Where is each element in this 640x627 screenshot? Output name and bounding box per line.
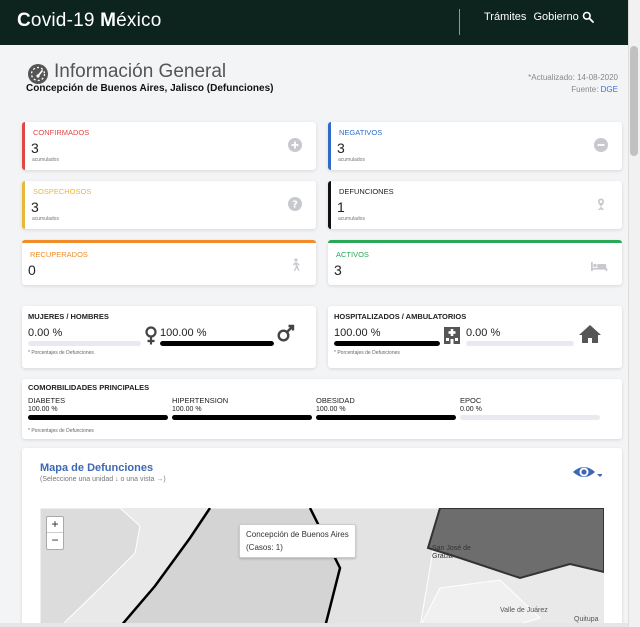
map-label-san-jose: San José de Gracia — [432, 545, 471, 560]
men-bar — [160, 341, 274, 346]
minus-circle-icon — [594, 138, 608, 152]
bottom-divider — [0, 623, 628, 627]
tooltip-place: Concepción de Buenos Aires — [246, 530, 349, 539]
activos-label: ACTIVOS — [336, 250, 369, 259]
mars-icon — [277, 324, 295, 342]
recuperados-label: RECUPERADOS — [30, 250, 88, 259]
svg-text:?: ? — [292, 200, 298, 211]
women-bar — [28, 341, 141, 346]
comorbidity-epoc: EPOC 0.00 % — [460, 396, 600, 420]
hospital-icon — [444, 327, 460, 344]
men-percent: 100.00 % — [160, 327, 207, 339]
nav-links: Trámites Gobierno — [484, 11, 583, 23]
walking-icon — [292, 258, 301, 271]
comorbidity-bar — [28, 415, 168, 420]
card-negativos: NEGATIVOS 3 acumulados — [328, 122, 622, 170]
zoom-in-button[interactable]: + — [47, 517, 63, 533]
map-tooltip: Concepción de Buenos Aires (Casos: 1) — [239, 524, 356, 558]
map-label-valle-de-juarez: Valle de Juárez — [500, 607, 548, 614]
hospital-label: HOSPITALIZADOS / AMBULATORIOS — [334, 312, 467, 321]
location-subtitle: Concepción de Buenos Aires, Jalisco (Def… — [26, 83, 274, 94]
brand-logo[interactable]: Covid-19 México — [17, 10, 162, 32]
eye-icon[interactable] — [572, 462, 602, 484]
card-hospital: HOSPITALIZADOS / AMBULATORIOS 100.00 % 0… — [328, 306, 622, 368]
nav-link-tramites[interactable]: Trámites — [484, 11, 526, 23]
home-icon — [579, 325, 601, 343]
comorbidity-obesidad: OBESIDAD 100.00 % — [316, 396, 456, 420]
comorbidity-hipertension: HIPERTENSION 100.00 % — [172, 396, 312, 420]
hospitalized-bar — [334, 341, 440, 346]
comorbidities-label: COMORBILIDADES PRINCIPALES — [28, 383, 150, 392]
gender-note: * Porcentajes de Defunciones — [28, 350, 94, 356]
venus-icon — [145, 326, 157, 345]
defunciones-label: DEFUNCIONES — [339, 187, 394, 196]
women-percent: 0.00 % — [28, 327, 63, 339]
bed-icon — [591, 262, 608, 271]
zoom-out-button[interactable]: − — [47, 533, 63, 549]
comorbidity-name: DIABETES — [28, 396, 66, 405]
navbar-divider — [459, 9, 460, 35]
update-info: *Actualizado: 14-08-2020 Fuente: DGE — [528, 72, 618, 96]
defunciones-value: 1 — [337, 199, 345, 215]
confirmados-sub: acumulados — [32, 157, 59, 163]
tachometer-icon — [28, 64, 48, 84]
negativos-label: NEGATIVOS — [339, 128, 383, 137]
source-label: Fuente: — [571, 85, 601, 94]
plus-circle-icon — [288, 138, 302, 152]
card-gender: MUJERES / HOMBRES 0.00 % 100.00 % * Porc… — [22, 306, 316, 368]
map-title: Mapa de Defunciones — [40, 462, 154, 474]
negativos-sub: acumulados — [338, 157, 365, 163]
comorbidity-value: 100.00 % — [316, 406, 346, 413]
comorbidity-bar — [460, 415, 600, 420]
sospechosos-sub: acumulados — [32, 216, 59, 222]
comorbidity-name: HIPERTENSION — [172, 396, 229, 405]
card-recuperados: RECUPERADOS 0 — [22, 240, 316, 285]
ambulatory-bar — [466, 341, 574, 346]
card-sospechosos: SOSPECHOSOS 3 acumulados ? — [22, 181, 316, 229]
ribbon-icon — [598, 198, 605, 210]
gender-label: MUJERES / HOMBRES — [28, 312, 109, 321]
comorbidity-bar — [172, 415, 312, 420]
activos-value: 3 — [334, 262, 342, 278]
defunciones-sub: acumulados — [338, 216, 365, 222]
question-circle-icon: ? — [288, 197, 302, 211]
search-icon[interactable] — [582, 11, 594, 23]
recuperados-value: 0 — [28, 262, 36, 278]
map-subtitle: (Seleccione una unidad ↓ o una vista →) — [40, 476, 166, 483]
confirmados-label: CONFIRMADOS — [33, 128, 90, 137]
map-view[interactable]: + − Concepción de Buenos Aires (Casos: 1… — [40, 508, 604, 627]
sospechosos-value: 3 — [31, 199, 39, 215]
tooltip-cases: (Casos: 1) — [246, 543, 283, 552]
comorbidity-value: 0.00 % — [460, 406, 482, 413]
confirmados-value: 3 — [31, 140, 39, 156]
hospital-note: * Porcentajes de Defunciones — [334, 350, 400, 356]
card-defunciones: DEFUNCIONES 1 acumulados — [328, 181, 622, 229]
top-navbar: Covid-19 México Trámites Gobierno — [0, 0, 628, 45]
comorbidity-value: 100.00 % — [172, 406, 202, 413]
ambulatory-percent: 0.00 % — [466, 327, 501, 339]
source-link[interactable]: DGE — [601, 85, 618, 94]
comorbidity-bar — [316, 415, 456, 420]
card-map: Mapa de Defunciones (Seleccione una unid… — [22, 448, 622, 627]
zoom-control: + − — [46, 516, 64, 550]
card-comorbidities: COMORBILIDADES PRINCIPALES DIABETES 100.… — [22, 379, 622, 439]
comorbidity-diabetes: DIABETES 100.00 % — [28, 396, 168, 420]
card-confirmados: CONFIRMADOS 3 acumulados — [22, 122, 316, 170]
info-header: Información General Concepción de Buenos… — [22, 52, 622, 108]
negativos-value: 3 — [337, 140, 345, 156]
scrollbar-thumb[interactable] — [630, 46, 638, 156]
sospechosos-label: SOSPECHOSOS — [33, 187, 92, 196]
comorbidity-name: EPOC — [460, 396, 482, 405]
card-activos: ACTIVOS 3 — [328, 240, 622, 285]
comorbidities-note: * Porcentajes de Defunciones — [28, 428, 94, 434]
page-scrollbar[interactable] — [628, 0, 640, 627]
hospitalized-percent: 100.00 % — [334, 327, 381, 339]
comorbidity-name: OBESIDAD — [316, 396, 355, 405]
comorbidity-value: 100.00 % — [28, 406, 58, 413]
nav-link-gobierno[interactable]: Gobierno — [533, 11, 578, 23]
updated-date: *Actualizado: 14-08-2020 — [528, 73, 618, 82]
page-title: Información General — [54, 61, 227, 82]
